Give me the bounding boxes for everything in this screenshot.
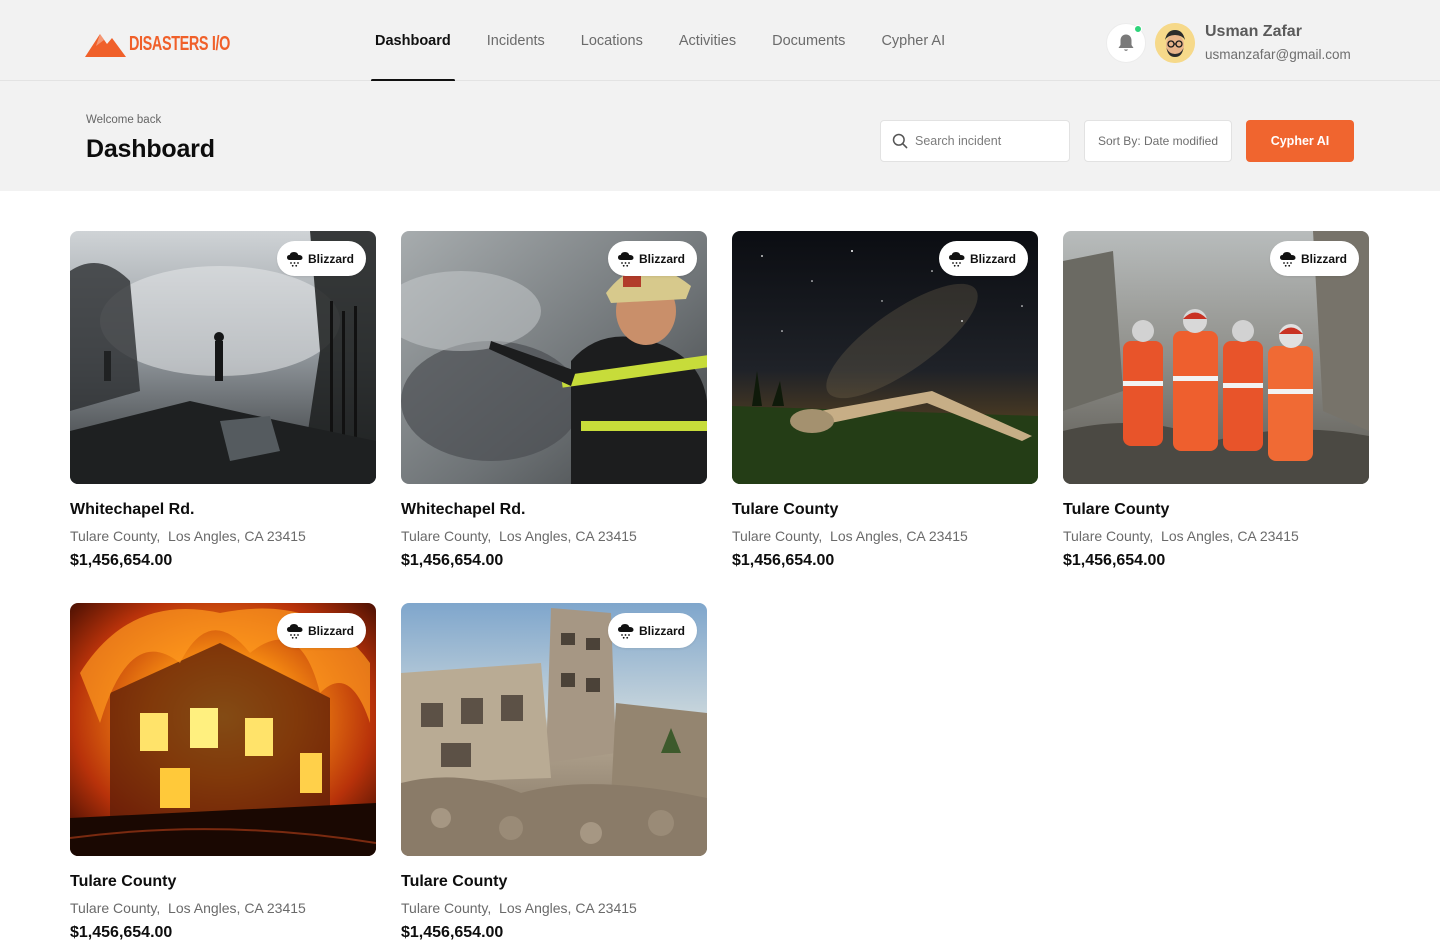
cypher-ai-button[interactable]: Cypher AI — [1246, 120, 1354, 162]
card-county: Tulare County, — [70, 900, 161, 916]
incident-image: Blizzard — [732, 231, 1038, 484]
card-county: Tulare County, — [732, 528, 823, 544]
badge-label: Blizzard — [638, 623, 685, 638]
card-city: Los Angles, CA 23415 — [168, 900, 306, 916]
card-amount: $1,456,654.00 — [70, 924, 173, 941]
incident-card[interactable]: Blizzard Whitechapel Rd. Tulare County, … — [70, 231, 376, 570]
notification-indicator-dot — [1134, 25, 1142, 33]
incident-image: Blizzard — [70, 603, 376, 856]
page-header: Welcome back Dashboard Sort By: Date mod… — [0, 81, 1440, 191]
card-address: Tulare County, Los Angles, CA 23415 — [70, 900, 376, 916]
card-amount: $1,456,654.00 — [1063, 552, 1166, 569]
main-nav: Dashboard Incidents Locations Activities… — [371, 0, 977, 82]
incident-image: Blizzard — [401, 603, 707, 856]
badge-label: Blizzard — [307, 251, 354, 266]
card-city: Los Angles, CA 23415 — [499, 528, 637, 544]
card-amount: $1,456,654.00 — [401, 924, 504, 941]
nav-tab-locations[interactable]: Locations — [577, 0, 647, 81]
incident-type-badge: Blizzard — [607, 241, 697, 276]
card-title: Tulare County — [401, 873, 508, 890]
incident-image: Blizzard — [401, 231, 707, 484]
card-address: Tulare County, Los Angles, CA 23415 — [70, 528, 376, 544]
incident-card[interactable]: Blizzard Whitechapel Rd. Tulare County, … — [401, 231, 707, 570]
snow-cloud-icon — [286, 251, 303, 267]
snow-cloud-icon — [286, 623, 303, 639]
incident-card[interactable]: Blizzard Tulare County Tulare County, Lo… — [401, 603, 707, 942]
card-city: Los Angles, CA 23415 — [1161, 528, 1299, 544]
nav-tab-activities[interactable]: Activities — [675, 0, 740, 81]
card-address: Tulare County, Los Angles, CA 23415 — [732, 528, 1038, 544]
nav-tab-incidents[interactable]: Incidents — [483, 0, 549, 81]
sort-dropdown[interactable]: Sort By: Date modified — [1084, 120, 1232, 162]
card-city: Los Angles, CA 23415 — [830, 528, 968, 544]
card-title: Tulare County — [70, 873, 177, 890]
nav-tab-cypher-ai[interactable]: Cypher AI — [877, 0, 949, 81]
page-title: Dashboard — [86, 135, 215, 163]
incident-card[interactable]: Blizzard Tulare County Tulare County, Lo… — [70, 603, 376, 942]
card-title: Whitechapel Rd. — [70, 501, 195, 518]
card-amount: $1,456,654.00 — [401, 552, 504, 569]
badge-label: Blizzard — [307, 623, 354, 638]
card-city: Los Angles, CA 23415 — [499, 900, 637, 916]
incident-card-grid: Blizzard Whitechapel Rd. Tulare County, … — [70, 231, 1370, 942]
incident-type-badge: Blizzard — [607, 613, 697, 648]
card-address: Tulare County, Los Angles, CA 23415 — [1063, 528, 1369, 544]
badge-label: Blizzard — [969, 251, 1016, 266]
snow-cloud-icon — [948, 251, 965, 267]
card-city: Los Angles, CA 23415 — [168, 528, 306, 544]
card-address: Tulare County, Los Angles, CA 23415 — [401, 900, 707, 916]
search-input[interactable] — [915, 134, 1055, 148]
brand-name: DISASTERS I/O — [129, 33, 230, 55]
incident-image: Blizzard — [1063, 231, 1369, 484]
incident-type-badge: Blizzard — [276, 241, 366, 276]
card-county: Tulare County, — [401, 528, 492, 544]
user-email: usmanzafar@gmail.com — [1205, 47, 1351, 62]
card-title: Tulare County — [1063, 501, 1170, 518]
user-name: Usman Zafar — [1205, 23, 1302, 40]
search-box[interactable] — [880, 120, 1070, 162]
badge-label: Blizzard — [638, 251, 685, 266]
incident-image: Blizzard — [70, 231, 376, 484]
card-county: Tulare County, — [1063, 528, 1154, 544]
user-avatar[interactable] — [1155, 23, 1195, 63]
card-amount: $1,456,654.00 — [70, 552, 173, 569]
bell-icon — [1118, 34, 1134, 51]
snow-cloud-icon — [1279, 251, 1296, 267]
nav-tab-dashboard[interactable]: Dashboard — [371, 0, 455, 82]
top-navigation-bar: DISASTERS I/O Dashboard Incidents Locati… — [0, 0, 1440, 82]
welcome-text: Welcome back — [86, 114, 162, 126]
avatar-face-icon — [1155, 23, 1195, 63]
search-icon — [892, 133, 908, 149]
card-title: Tulare County — [732, 501, 839, 518]
snow-cloud-icon — [617, 251, 634, 267]
nav-tab-documents[interactable]: Documents — [768, 0, 849, 81]
card-county: Tulare County, — [70, 528, 161, 544]
incident-type-badge: Blizzard — [938, 241, 1028, 276]
mountain-logo-icon — [85, 34, 126, 57]
card-amount: $1,456,654.00 — [732, 552, 835, 569]
card-address: Tulare County, Los Angles, CA 23415 — [401, 528, 707, 544]
notifications-button[interactable] — [1106, 23, 1146, 63]
incident-type-badge: Blizzard — [276, 613, 366, 648]
card-title: Whitechapel Rd. — [401, 501, 526, 518]
badge-label: Blizzard — [1300, 251, 1347, 266]
brand-logo[interactable]: DISASTERS I/O — [85, 29, 269, 59]
card-county: Tulare County, — [401, 900, 492, 916]
snow-cloud-icon — [617, 623, 634, 639]
incident-card[interactable]: Blizzard Tulare County Tulare County, Lo… — [1063, 231, 1369, 570]
incident-card[interactable]: Blizzard Tulare County Tulare County, Lo… — [732, 231, 1038, 570]
incident-type-badge: Blizzard — [1269, 241, 1359, 276]
